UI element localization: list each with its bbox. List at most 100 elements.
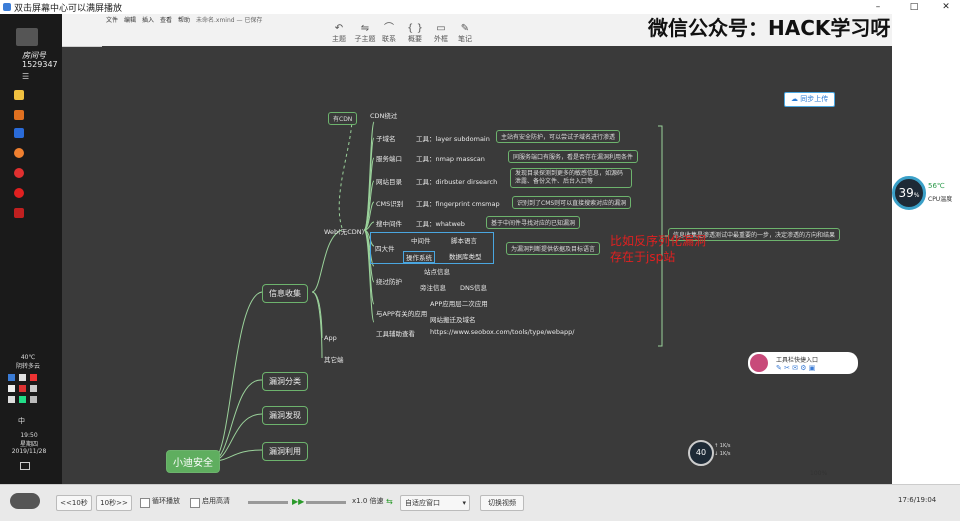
menu-help[interactable]: 帮助 — [178, 15, 190, 24]
notes-label: 笔记 — [458, 35, 472, 43]
close-button[interactable]: ✕ — [936, 0, 956, 14]
document-title: 未命名.xmind — 已保存 — [196, 17, 263, 24]
wechat-watermark: 微信公众号：HACK学习呀 — [648, 16, 891, 40]
row-dir-tool[interactable]: 工具：dirbuster dirsearch — [416, 176, 497, 186]
mini-toolbar[interactable]: 工具栏快捷入口 ✎ ✂ ✉ ⚙ ▣ — [748, 352, 858, 374]
play-toggle[interactable] — [10, 493, 40, 509]
node-app-b[interactable]: 网站搬迁及域名 — [430, 314, 476, 324]
node-bypass-dns[interactable]: DNS信息 — [460, 282, 487, 292]
net-gauge[interactable]: 40 — [688, 440, 714, 466]
mindmap-root[interactable]: 小迪安全 — [166, 450, 220, 473]
red-note-line2: 存在于jsp站 — [610, 250, 676, 264]
volume-slider[interactable] — [248, 501, 288, 504]
notification-icon[interactable] — [20, 462, 30, 470]
row-dir-note[interactable]: 发现目录探测到更多的敏感信息，如源码泄露、备份文件、后台入口等 — [510, 168, 632, 188]
app-orange-icon[interactable] — [14, 110, 24, 120]
node-app-related[interactable]: 与APP有关的应用 — [376, 308, 427, 318]
mindmap-canvas[interactable]: 小迪安全 信息收集 漏洞分类 漏洞发现 漏洞利用 Web(无CDN) App 其… — [102, 46, 892, 484]
row-cms-tool[interactable]: 工具：fingerprint cmsmap — [416, 198, 500, 208]
menu-edit[interactable]: 编辑 — [124, 15, 136, 24]
maximize-button[interactable]: □ — [904, 0, 924, 14]
net-speed: ↑ 1K/s ↓ 1K/s — [714, 442, 731, 458]
tray-icons[interactable] — [8, 374, 48, 414]
zoom-level[interactable]: 100% — [810, 470, 827, 477]
node-site-info[interactable]: 站点信息 — [424, 266, 450, 276]
chevron-down-icon: ▾ — [462, 499, 466, 507]
opera-icon[interactable] — [14, 188, 24, 198]
row-dir-key[interactable]: 网站目录 — [376, 176, 402, 186]
chrome-icon[interactable] — [14, 168, 24, 178]
mini-avatar[interactable] — [750, 354, 768, 372]
category-vuln-discovery[interactable]: 漏洞发现 — [262, 406, 308, 425]
row-port-tool[interactable]: 工具：nmap masscan — [416, 153, 485, 163]
net-down: ↓ 1K/s — [714, 451, 731, 457]
node-tool-row[interactable]: 工具辅助查看 — [376, 328, 415, 338]
rewind-button[interactable]: <<10秒 — [56, 495, 92, 511]
hd-checkbox[interactable] — [190, 498, 200, 508]
row-subdomain-tool[interactable]: 工具：layer subdomain — [416, 133, 490, 143]
ime-indicator[interactable]: 中 — [18, 416, 25, 426]
fit-icon: ⇆ — [386, 497, 393, 506]
folder-icon[interactable] — [14, 90, 24, 100]
switch-video-button[interactable]: 切换视频 — [480, 495, 524, 511]
firefox-icon[interactable] — [14, 148, 24, 158]
row-mw-key[interactable]: 搜中间件 — [376, 218, 402, 228]
subtopic-tool[interactable]: ⇋ 子主题 — [354, 24, 376, 44]
row-cms-note[interactable]: 识别到了CMS则可以直接搜索对应的漏洞 — [512, 196, 632, 209]
row-subdomain-key[interactable]: 子域名 — [376, 133, 396, 143]
camera-thumbnail — [16, 28, 38, 46]
four-items-group[interactable]: 四大件 中间件 脚本语言 操作系统 数据库类型 — [370, 232, 494, 264]
hd-label: 启用高清 — [202, 497, 230, 505]
red-note-line1: 比如反序列化漏洞 — [610, 234, 707, 248]
node-bypass-sidenote[interactable]: 旁注信息 — [420, 282, 446, 292]
cpu-gauge[interactable]: 39% — [892, 176, 926, 210]
notes-tool[interactable]: ✎ 笔记 — [454, 24, 476, 44]
row-cms-key[interactable]: CMS识别 — [376, 198, 403, 208]
menu-file[interactable]: 文件 — [106, 15, 118, 24]
node-cdn-bypass[interactable]: CDN绕过 — [370, 110, 397, 120]
speed-slider[interactable] — [306, 501, 346, 504]
relationship-tool[interactable]: ⌒ 联系 — [378, 24, 400, 44]
node-with-cdn[interactable]: 有CDN — [328, 112, 358, 125]
row-mw-note[interactable]: 基于中间件寻找对应的已知漏洞 — [486, 216, 581, 229]
video-player-controls: <<10秒 10秒>> 循环播放 启用高清 ▶▶ x1.0 倍速 ⇆ 自适应窗口… — [0, 484, 960, 521]
category-vuln-exploit[interactable]: 漏洞利用 — [262, 442, 308, 461]
cpu-temp: 56℃ — [928, 182, 945, 190]
row-port-note[interactable]: 同服务端口有服务，看是否存在漏洞利用条件 — [508, 150, 639, 163]
clock-day: 星期四 — [19, 441, 38, 448]
row-mw-tool[interactable]: 工具：whatweb — [416, 218, 465, 228]
forward-button[interactable]: 10秒>> — [96, 495, 132, 511]
row-port-key[interactable]: 服务端口 — [376, 153, 402, 163]
menu-icon[interactable]: ☰ — [22, 72, 29, 81]
node-bypass[interactable]: 绕过防护 — [376, 276, 402, 286]
speed-icon[interactable]: ▶▶ — [292, 497, 304, 506]
mini-tool-icons[interactable]: ✎ ✂ ✉ ⚙ ▣ — [776, 364, 815, 372]
menu-view[interactable]: 查看 — [160, 15, 172, 24]
loop-checkbox[interactable] — [140, 498, 150, 508]
node-web-no-cdn[interactable]: Web(无CDN) — [324, 226, 364, 236]
node-tool-url[interactable]: https://www.seobox.com/tools/type/webapp… — [430, 328, 574, 336]
sync-upload-button[interactable]: ☁ 同步上传 — [784, 92, 836, 107]
summary-tool[interactable]: { } 概要 — [404, 24, 426, 44]
row-subdomain-note[interactable]: 主站有安全防护，可以尝试子域名进行渗透 — [496, 130, 621, 143]
app-icon — [3, 3, 11, 11]
net-up: ↑ 1K/s — [714, 443, 731, 449]
desktop-right-area: 39% 56℃ CPU温度 — [892, 14, 960, 484]
node-other[interactable]: 其它端 — [324, 354, 344, 364]
view-mode-select[interactable]: 自适应窗口 ▾ — [400, 495, 470, 511]
relationship-label: 联系 — [382, 35, 396, 43]
room-number: 1529347 — [22, 60, 58, 69]
four-items-note[interactable]: 为漏洞判断提供依据及目标语言 — [506, 242, 601, 255]
remote-taskbar: 房间号 1529347 2218662350 ☰ 40℃ 阴转多云 中 19:5… — [0, 14, 123, 484]
category-vuln-types[interactable]: 漏洞分类 — [262, 372, 308, 391]
menu-insert[interactable]: 插入 — [142, 15, 154, 24]
node-app-a[interactable]: APP应用层二次应用 — [430, 298, 488, 308]
boundary-tool[interactable]: ▭ 外框 — [430, 24, 452, 44]
playback-time: 17:6/19:04 — [898, 496, 937, 504]
weather-temp: 40℃ — [20, 354, 36, 361]
xmind-icon[interactable] — [14, 208, 24, 218]
node-app[interactable]: App — [324, 334, 337, 342]
category-info-gathering[interactable]: 信息收集 — [262, 284, 308, 303]
topic-tool[interactable]: ↶ 主题 — [328, 24, 350, 44]
app-blue-icon[interactable] — [14, 128, 24, 138]
